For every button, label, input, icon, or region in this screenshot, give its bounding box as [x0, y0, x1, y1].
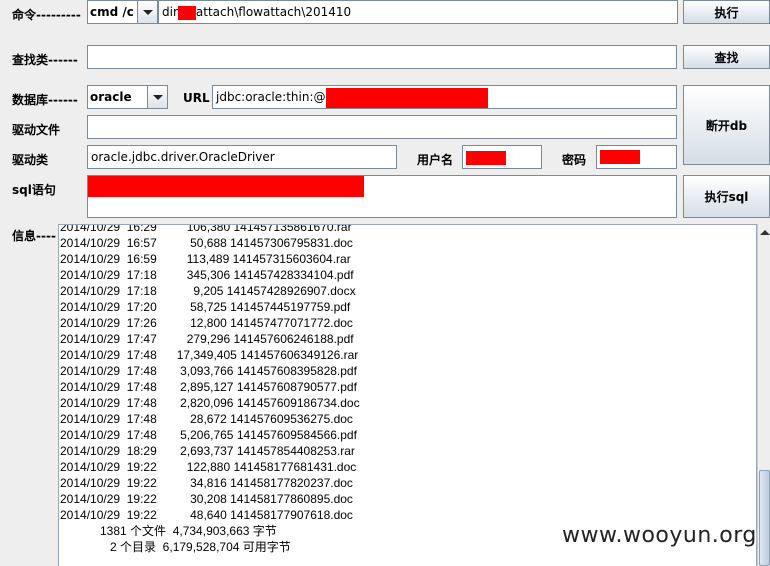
- watermark: www.wooyun.org: [562, 523, 757, 548]
- command-value-prefix: dir: [162, 5, 178, 19]
- command-value-suffix: attach\flowattach\201410: [195, 5, 352, 19]
- username-input[interactable]: [462, 145, 542, 169]
- output-line: 2014/10/29 17:48 28,672 141457609536275.…: [60, 412, 353, 426]
- output-text: 2014/10/29 16:29 106,380 141457135861670…: [60, 224, 360, 555]
- run-command-button[interactable]: 执行: [683, 0, 770, 24]
- password-label: 密码: [562, 153, 587, 167]
- output-line: 2014/10/29 17:20 58,725 141457445197759.…: [60, 300, 351, 314]
- driver-class-input[interactable]: oracle.jdbc.driver.OracleDriver: [87, 145, 397, 169]
- driver-file-input[interactable]: [87, 115, 677, 139]
- password-input[interactable]: [596, 145, 677, 169]
- search-button[interactable]: 查找: [683, 45, 770, 69]
- run-sql-button[interactable]: 执行sql: [683, 175, 770, 218]
- url-input[interactable]: jdbc:oracle:thin:@: [212, 85, 677, 109]
- redaction-box: [177, 5, 196, 20]
- search-class-input[interactable]: [87, 45, 677, 69]
- output-line: 2014/10/29 17:48 2,820,096 1414576091867…: [60, 396, 360, 410]
- output-line: 2014/10/29 19:22 48,640 141458177907618.…: [60, 508, 353, 522]
- output-line: 2014/10/29 17:18 345,306 141457428334104…: [60, 268, 354, 282]
- database-label: 数据库------: [12, 93, 78, 107]
- driver-file-label: 驱动文件: [12, 123, 61, 137]
- url-label: URL: [183, 91, 210, 105]
- output-line: 2014/10/29 17:48 17,349,405 141457606349…: [60, 348, 359, 362]
- output-line: 2014/10/29 17:48 5,206,765 1414576095845…: [60, 428, 357, 442]
- chevron-up-icon[interactable]: [758, 224, 770, 242]
- output-line: 2014/10/29 19:22 122,880 141458177681431…: [60, 460, 357, 474]
- command-label: 命令---------: [12, 8, 81, 22]
- scrollbar-thumb[interactable]: [759, 470, 770, 566]
- info-label: 信息----: [12, 229, 56, 243]
- output-line: 2014/10/29 17:48 3,093,766 1414576083958…: [60, 364, 357, 378]
- redaction-box: [325, 87, 488, 108]
- redaction-box: [600, 149, 640, 164]
- command-mode-value: cmd /c: [90, 5, 134, 19]
- output-line: 1381 个文件 4,734,903,663 字节: [60, 524, 277, 538]
- driver-class-label: 驱动类: [12, 153, 49, 167]
- redaction-box: [88, 176, 364, 197]
- command-input[interactable]: dir attach\flowattach\201410: [158, 0, 678, 24]
- output-area[interactable]: 2014/10/29 16:29 106,380 141457135861670…: [58, 224, 757, 566]
- username-label: 用户名: [417, 153, 454, 167]
- database-type-value: oracle: [90, 90, 132, 104]
- chevron-down-icon[interactable]: [137, 1, 157, 23]
- output-line: 2014/10/29 17:47 279,296 141457606246188…: [60, 332, 354, 346]
- command-mode-select[interactable]: cmd /c: [87, 0, 158, 24]
- output-line: 2014/10/29 16:57 50,688 141457306795831.…: [60, 236, 353, 250]
- output-scrollbar[interactable]: [757, 224, 770, 566]
- database-type-select[interactable]: oracle: [87, 85, 168, 109]
- url-value: jdbc:oracle:thin:@: [216, 90, 326, 104]
- output-line: 2 个目录 6,179,528,704 可用字节: [60, 540, 291, 554]
- chevron-down-icon[interactable]: [147, 86, 167, 108]
- disconnect-db-button[interactable]: 断开db: [683, 85, 770, 165]
- output-line: 2014/10/29 16:59 113,489 141457315603604…: [60, 252, 351, 266]
- sql-label: sql语句: [12, 183, 56, 197]
- output-line: 2014/10/29 17:18 9,205 141457428926907.d…: [60, 284, 356, 298]
- output-line: 2014/10/29 19:22 30,208 141458177860895.…: [60, 492, 353, 506]
- output-line: 2014/10/29 17:48 2,895,127 1414576087905…: [60, 380, 357, 394]
- output-line: 2014/10/29 18:29 2,693,737 1414578544082…: [60, 444, 355, 458]
- sql-textarea[interactable]: [87, 175, 677, 218]
- output-line: 2014/10/29 16:29 106,380 141457135861670…: [60, 224, 352, 234]
- redaction-box: [466, 150, 506, 165]
- output-line: 2014/10/29 19:22 34,816 141458177820237.…: [60, 476, 353, 490]
- output-line: 2014/10/29 17:26 12,800 141457477071772.…: [60, 316, 353, 330]
- search-class-label: 查找类------: [12, 53, 78, 67]
